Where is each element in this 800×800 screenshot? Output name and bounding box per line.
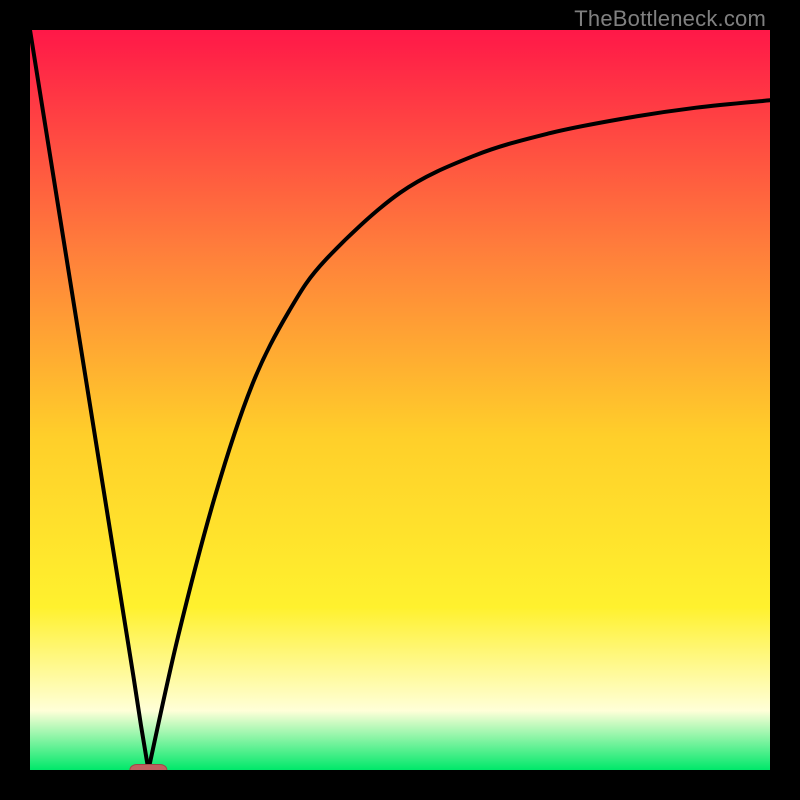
plot-area	[30, 30, 770, 770]
watermark-text: TheBottleneck.com	[574, 6, 766, 32]
chart-svg	[30, 30, 770, 770]
gradient-background	[30, 30, 770, 770]
chart-frame: TheBottleneck.com	[0, 0, 800, 800]
minimum-marker	[130, 764, 167, 770]
